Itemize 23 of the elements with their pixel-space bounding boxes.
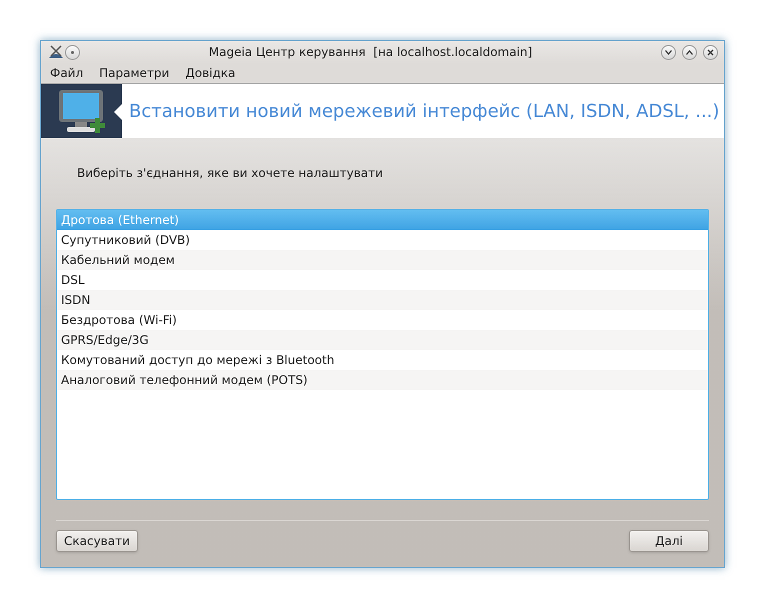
list-item[interactable]: Аналоговий телефонний модем (POTS) bbox=[57, 370, 708, 390]
banner-notch bbox=[114, 104, 122, 120]
maximize-button[interactable] bbox=[682, 44, 697, 60]
list-item[interactable]: GPRS/Edge/3G bbox=[57, 330, 708, 350]
pin-button[interactable] bbox=[65, 44, 80, 60]
header-title: Встановити новий мережевий інтерфейс (LAN, ISDN, ADSL, ...) bbox=[128, 100, 720, 124]
connection-list[interactable]: Дротова (Ethernet) Супутниковий (DVB) Кабельний модем DSL ISDN Бездротова (Wi-Fi) GPRS/Edge/3G Комутований доступ до мережі з Bluetooth Аналоговий телефонний модем (POTS) bbox=[56, 209, 709, 500]
monitor-icon bbox=[56, 88, 106, 134]
list-item[interactable]: Кабельний модем bbox=[57, 250, 708, 270]
next-button[interactable]: Далі bbox=[629, 530, 709, 552]
minimize-button[interactable] bbox=[661, 44, 676, 60]
chevron-up-icon bbox=[686, 50, 693, 54]
cancel-button[interactable]: Скасувати bbox=[56, 530, 138, 552]
window-title: Mageia Центр керування [на localhost.localdomain] bbox=[208, 44, 534, 61]
list-item[interactable]: ISDN bbox=[57, 290, 708, 310]
close-button[interactable] bbox=[703, 44, 718, 60]
app-logo-icon bbox=[47, 44, 65, 60]
menu-item[interactable]: Довідка bbox=[185, 64, 236, 82]
close-icon bbox=[707, 48, 714, 56]
prompt-text: Виберіть з'єднання, яке ви хочете налаштувати bbox=[77, 165, 384, 182]
menu-item[interactable]: Параметри bbox=[99, 64, 170, 82]
chevron-down-icon bbox=[665, 50, 672, 54]
menu-item[interactable]: Файл bbox=[50, 64, 84, 82]
